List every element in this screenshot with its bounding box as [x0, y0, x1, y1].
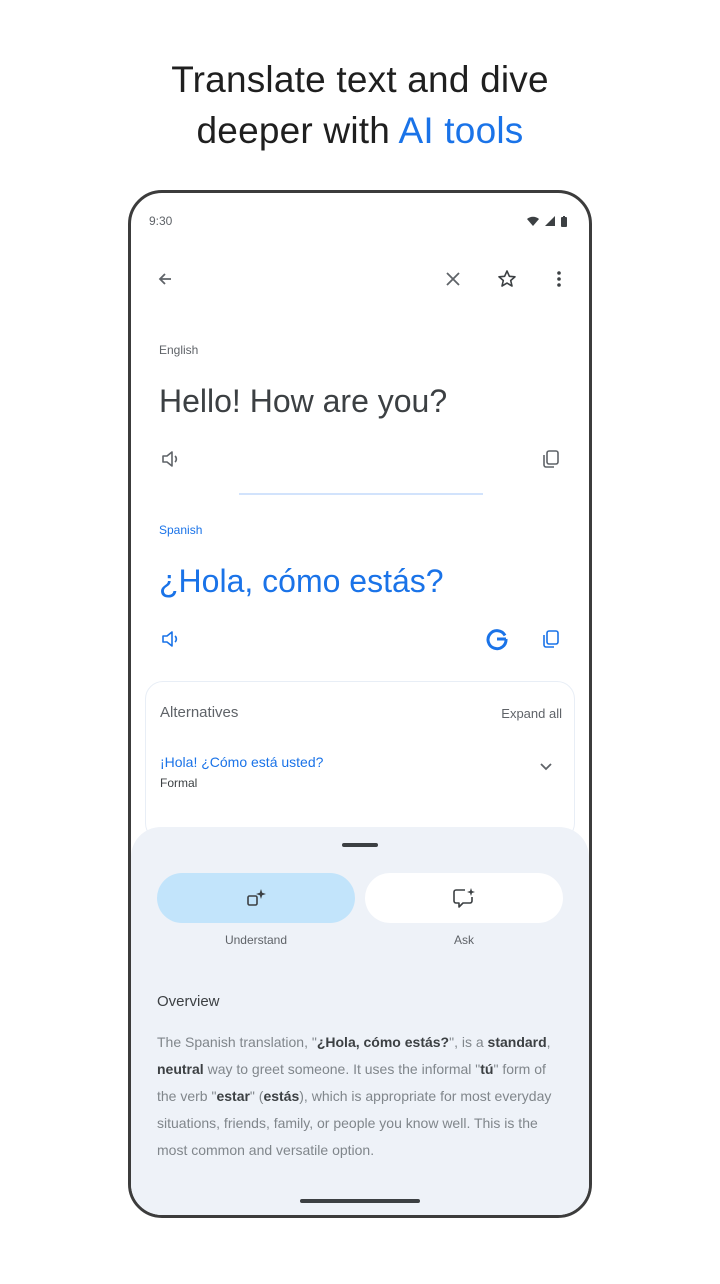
copy-icon: [543, 630, 559, 648]
app-bar: [131, 259, 589, 299]
headline-line-2: deeper with AI tools: [0, 105, 720, 156]
more-options-button[interactable]: [543, 263, 575, 295]
sparkle-icon: [247, 889, 266, 906]
google-search-button[interactable]: [481, 623, 513, 655]
chat-edit-icon: [453, 888, 475, 908]
alternatives-card: Alternatives Expand all ¡Hola! ¿Cómo est…: [145, 681, 575, 841]
headline-accent: AI tools: [398, 110, 524, 151]
target-copy-button[interactable]: [535, 623, 567, 655]
ask-tab-label: Ask: [453, 933, 474, 947]
headline-line-1: Translate text and dive: [171, 59, 549, 100]
copy-icon: [543, 450, 559, 468]
overview-text: The Spanish translation, "¿Hola, cómo es…: [157, 1034, 552, 1158]
headline-line-2-text: deeper with: [196, 110, 399, 151]
source-text[interactable]: Hello! How are you?: [159, 383, 447, 420]
understand-tab-label: Understand: [224, 933, 288, 947]
star-icon: [498, 270, 516, 287]
save-favorite-button[interactable]: [491, 263, 523, 295]
understand-tab[interactable]: [157, 873, 355, 923]
overview-title: Overview: [157, 993, 220, 1010]
ai-tools-sheet: Understand Ask Overview The Spanish tran…: [131, 827, 589, 1215]
gesture-nav-bar[interactable]: [300, 1199, 420, 1203]
status-time: 9:30: [149, 214, 173, 228]
battery-icon: [561, 215, 567, 227]
wifi-icon: [527, 216, 539, 226]
source-copy-button[interactable]: [535, 443, 567, 475]
phone-frame: 9:30 English Hello! How are you? Spanish…: [128, 190, 592, 1218]
more-vert-icon: [557, 271, 561, 287]
alternative-item-text[interactable]: ¡Hola! ¿Cómo está usted?: [160, 754, 323, 770]
chevron-down-icon[interactable]: [536, 756, 556, 776]
source-listen-button[interactable]: [155, 443, 187, 475]
source-language-label: English: [159, 343, 199, 357]
ask-tab[interactable]: [365, 873, 563, 923]
target-language-label: Spanish: [159, 523, 203, 537]
alternative-item-register: Formal: [160, 776, 198, 790]
speaker-icon: [162, 451, 178, 467]
status-bar: 9:30: [149, 211, 567, 231]
close-icon: [446, 272, 460, 286]
back-button[interactable]: [149, 263, 181, 295]
headline: Translate text and dive deeper with AI t…: [0, 54, 720, 156]
section-divider: [239, 493, 483, 495]
signal-icon: [545, 216, 555, 226]
back-arrow-icon: [158, 273, 171, 285]
sheet-drag-handle[interactable]: [342, 843, 378, 847]
target-listen-button[interactable]: [155, 623, 187, 655]
alternatives-title: Alternatives: [160, 704, 239, 721]
translated-text[interactable]: ¿Hola, cómo estás?: [159, 563, 444, 600]
expand-all-button[interactable]: Expand all: [501, 706, 562, 721]
speaker-icon: [162, 631, 178, 647]
google-icon: [486, 629, 508, 651]
status-icons: [527, 215, 567, 227]
clear-button[interactable]: [437, 263, 469, 295]
